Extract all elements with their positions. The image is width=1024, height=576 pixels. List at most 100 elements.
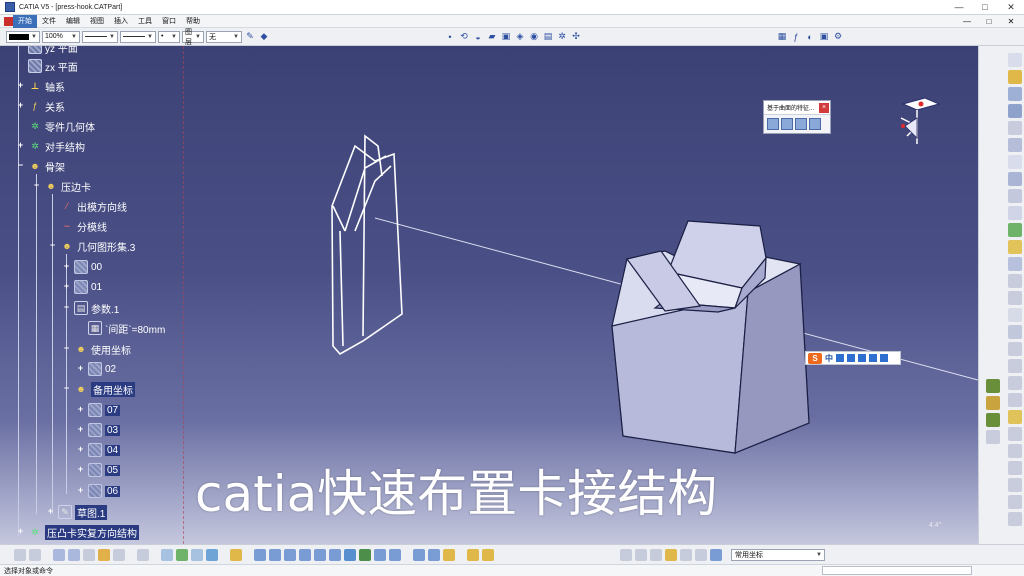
menu-view[interactable]: 视图: [85, 15, 109, 28]
sew-surface-icon[interactable]: [809, 118, 821, 130]
axis-view-icon[interactable]: [620, 548, 632, 561]
translate-icon[interactable]: [1008, 427, 1022, 441]
transform-icon[interactable]: ✲: [556, 31, 568, 43]
hide-show-icon[interactable]: [374, 548, 386, 561]
spline-icon[interactable]: ⟲: [458, 31, 470, 43]
select-icon[interactable]: [1008, 53, 1022, 67]
sweep-tool-icon[interactable]: [1008, 257, 1022, 271]
offset-icon[interactable]: ◈: [514, 31, 526, 43]
point-tool-icon[interactable]: [1008, 104, 1022, 118]
punctuation-icon[interactable]: [836, 354, 844, 362]
thick-surface-icon[interactable]: [781, 118, 793, 130]
sweep-icon[interactable]: ◒: [472, 31, 484, 43]
line-type-combo[interactable]: ▼: [82, 30, 118, 43]
pattern-icon[interactable]: [1008, 495, 1022, 509]
knowledge-icon[interactable]: ▦: [776, 31, 788, 43]
grid-icon[interactable]: [650, 548, 662, 561]
rules-icon[interactable]: ◐: [804, 31, 816, 43]
circle-tool-icon[interactable]: [1008, 189, 1022, 203]
display-mode-icon[interactable]: [710, 548, 722, 561]
doc-close-button[interactable]: ✕: [1000, 15, 1022, 28]
pan-icon[interactable]: [191, 548, 203, 561]
transparency-combo[interactable]: 100% ▼: [42, 30, 80, 43]
line-tool-icon[interactable]: [1008, 121, 1022, 135]
check-tool-icon[interactable]: [986, 430, 1000, 444]
fit-all-icon[interactable]: [176, 548, 188, 561]
menu-tools[interactable]: 工具: [133, 15, 157, 28]
command-input[interactable]: [822, 566, 972, 575]
formula-icon[interactable]: ƒ: [790, 31, 802, 43]
split-surface-icon[interactable]: [767, 118, 779, 130]
measure-icon[interactable]: [230, 548, 242, 561]
ime-menu-icon[interactable]: [880, 354, 888, 362]
painter-icon[interactable]: ✎: [244, 31, 256, 43]
menu-start[interactable]: 开始: [13, 14, 37, 28]
normal-view-icon[interactable]: [329, 548, 341, 561]
parameters-icon[interactable]: [467, 548, 479, 561]
references-icon[interactable]: [482, 548, 494, 561]
join-icon[interactable]: ◉: [528, 31, 540, 43]
law-icon[interactable]: [83, 548, 95, 561]
close-button[interactable]: ✕: [998, 0, 1024, 15]
layer-combo[interactable]: 无 ▼: [206, 30, 242, 43]
multisection-icon[interactable]: [1008, 291, 1022, 305]
close-surface-icon[interactable]: [795, 118, 807, 130]
menu-insert[interactable]: 插入: [109, 15, 133, 28]
intersection-icon[interactable]: [1008, 172, 1022, 186]
knowledge-tool-icon[interactable]: [986, 379, 1000, 393]
skin-icon[interactable]: [869, 354, 877, 362]
layer-label-combo[interactable]: 图层 ▼: [182, 29, 204, 46]
popup-close-button[interactable]: ×: [819, 102, 829, 113]
catalog-icon[interactable]: ▣: [818, 31, 830, 43]
fill-tool-icon[interactable]: [1008, 274, 1022, 288]
keyboard-icon[interactable]: [858, 354, 866, 362]
doc-restore-button[interactable]: □: [978, 15, 1000, 28]
snap-icon[interactable]: •: [444, 31, 456, 43]
minimize-button[interactable]: —: [946, 0, 972, 15]
fillet-tool-icon[interactable]: [1008, 410, 1022, 424]
extrude-tool-icon[interactable]: [1008, 223, 1022, 237]
layer-filter-icon[interactable]: [413, 548, 425, 561]
projection-icon[interactable]: [1008, 155, 1022, 169]
zoom-in-icon[interactable]: [299, 548, 311, 561]
pointer-icon[interactable]: [1008, 70, 1022, 84]
join-tool-icon[interactable]: [1008, 325, 1022, 339]
scaling-icon[interactable]: [1008, 478, 1022, 492]
settings-icon[interactable]: ⚙: [832, 31, 844, 43]
axis-system-combo[interactable]: 常用坐标 ▼: [731, 548, 825, 561]
axis-tool-icon[interactable]: ✣: [570, 31, 582, 43]
maximize-button[interactable]: □: [972, 0, 998, 15]
color-combo[interactable]: ▼: [6, 30, 40, 43]
point-type-combo[interactable]: • ▼: [158, 30, 180, 43]
ime-mode-label[interactable]: 中: [825, 353, 833, 364]
menu-file[interactable]: 文件: [37, 15, 61, 28]
untrim-icon[interactable]: [1008, 359, 1022, 373]
split-icon[interactable]: ▤: [542, 31, 554, 43]
feature-toolbar-popup[interactable]: 基于曲面的特征... ×: [763, 100, 831, 134]
plane-tool-icon[interactable]: [1008, 138, 1022, 152]
table-icon[interactable]: [53, 548, 65, 561]
grid-snap-icon[interactable]: [665, 548, 677, 561]
design-table-icon[interactable]: [68, 548, 80, 561]
spline-tool-icon[interactable]: [1008, 206, 1022, 220]
pan-view-icon[interactable]: [269, 548, 281, 561]
3d-viewport[interactable]: yz 平面 zx 平面 + ⊥ 轴系 + ƒ 关系 ✲ 零件几何体 + ✲ 对手…: [0, 46, 978, 544]
menu-edit[interactable]: 编辑: [61, 15, 85, 28]
compass[interactable]: [895, 96, 945, 154]
fly-mode-icon[interactable]: [161, 548, 173, 561]
work-plane-icon[interactable]: [680, 548, 692, 561]
zoom-out-icon[interactable]: [314, 548, 326, 561]
extract-icon[interactable]: [1008, 393, 1022, 407]
knowledge-inspect-icon[interactable]: [113, 548, 125, 561]
menu-window[interactable]: 窗口: [157, 15, 181, 28]
swap-space-icon[interactable]: [389, 548, 401, 561]
view-fit-icon[interactable]: [254, 548, 266, 561]
voice-icon[interactable]: [847, 354, 855, 362]
extrude-icon[interactable]: ▣: [500, 31, 512, 43]
rotate-icon[interactable]: [1008, 444, 1022, 458]
compass-tool-icon[interactable]: [635, 548, 647, 561]
shading-options-icon[interactable]: [428, 548, 440, 561]
lighting-icon[interactable]: [443, 548, 455, 561]
quick-view-icon[interactable]: [344, 548, 356, 561]
sketch-tool-icon[interactable]: [1008, 87, 1022, 101]
